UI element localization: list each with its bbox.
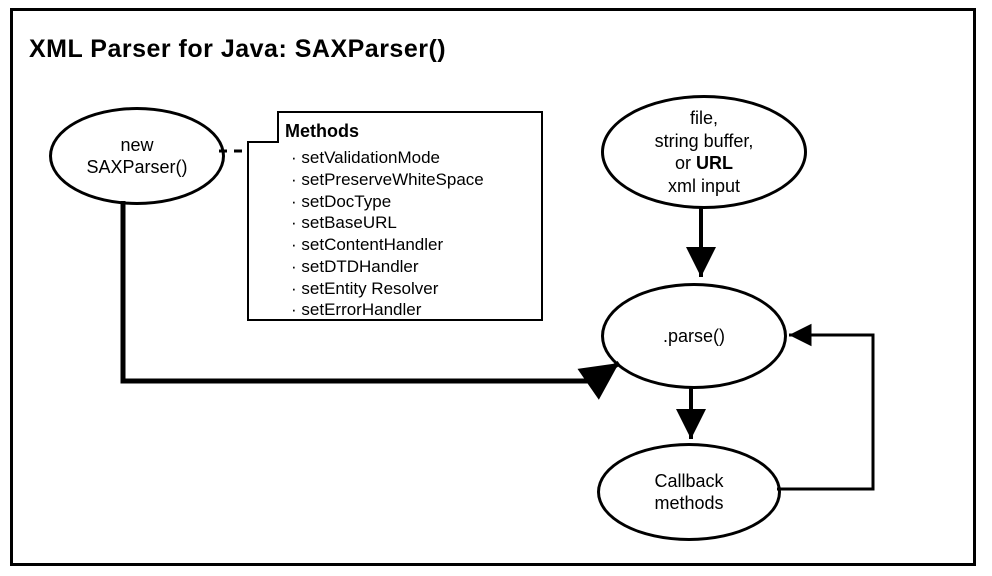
note-item: setPreserveWhiteSpace — [291, 169, 484, 191]
node-parse: .parse() — [601, 283, 787, 389]
note-methods: Methods setValidationMode setPreserveWhi… — [247, 111, 543, 321]
note-item: setDTDHandler — [291, 256, 484, 278]
diagram-title: XML Parser for Java: SAXParser() — [29, 35, 446, 64]
note-heading: Methods — [285, 121, 359, 142]
node-cb-line1: Callback — [654, 470, 723, 493]
node-input-line3-bold: URL — [696, 153, 733, 173]
node-xml-input: file, string buffer, or URL xml input — [601, 95, 807, 209]
edge-callback-parse — [777, 335, 873, 489]
node-input-line1: file, — [655, 107, 754, 130]
note-item: setErrorHandler — [291, 299, 484, 321]
note-item: setEntity Resolver — [291, 278, 484, 300]
note-item: setDocType — [291, 191, 484, 213]
node-input-line2: string buffer, — [655, 130, 754, 153]
node-input-line4: xml input — [655, 175, 754, 198]
note-item: setBaseURL — [291, 212, 484, 234]
node-new-saxparser: new SAXParser() — [49, 107, 225, 205]
node-parse-label: .parse() — [663, 325, 725, 348]
node-new-line1: new — [86, 134, 187, 157]
node-new-line2: SAXParser() — [86, 156, 187, 179]
note-item: setValidationMode — [291, 147, 484, 169]
node-input-line3: or URL — [655, 152, 754, 175]
note-item: setContentHandler — [291, 234, 484, 256]
diagram-frame: XML Parser for Java: SAXParser() new SAX… — [10, 8, 976, 566]
note-list: setValidationMode setPreserveWhiteSpace … — [291, 147, 484, 321]
node-cb-line2: methods — [654, 492, 723, 515]
node-callback: Callback methods — [597, 443, 781, 541]
node-input-line3-prefix: or — [675, 153, 696, 173]
